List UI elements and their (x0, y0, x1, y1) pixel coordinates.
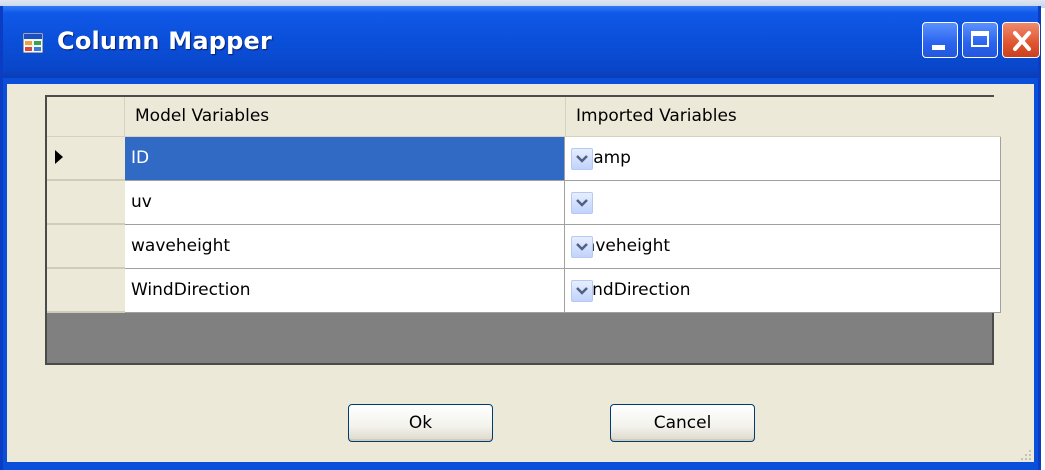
column-mapper-window: Column Mapper Model Variables Imported V… (0, 6, 1041, 470)
cell-text: uv (131, 192, 152, 212)
chevron-down-icon (576, 243, 588, 251)
dropdown-button[interactable] (571, 148, 593, 170)
close-button[interactable] (1002, 22, 1040, 58)
resize-grip-icon[interactable] (1018, 446, 1032, 460)
close-icon (1007, 26, 1037, 56)
minimize-button[interactable] (922, 22, 958, 58)
column-header-imported-variables[interactable]: Imported Variables (565, 97, 1001, 137)
model-variable-cell[interactable]: waveheight (125, 225, 565, 269)
mapping-grid: Model Variables Imported Variables ID ts… (45, 95, 1001, 365)
imported-variable-combobox[interactable]: waveheight (565, 225, 1001, 269)
model-variable-cell[interactable]: uv (125, 181, 565, 225)
dialog-client-area: Model Variables Imported Variables ID ts… (7, 84, 1034, 462)
chevron-down-icon (576, 199, 588, 207)
window-title: Column Mapper (57, 27, 273, 55)
cell-text: WindDirection (131, 280, 251, 300)
model-variable-cell[interactable]: ID (125, 137, 565, 181)
column-header-label: Model Variables (135, 106, 270, 126)
imported-variable-combobox[interactable]: tstamp (565, 137, 1001, 181)
application-icon[interactable] (22, 32, 44, 54)
maximize-button[interactable] (962, 22, 998, 58)
cancel-button[interactable]: Cancel (610, 404, 755, 442)
maximize-icon (971, 31, 989, 47)
chevron-down-icon (576, 287, 588, 295)
dropdown-button[interactable] (571, 236, 593, 258)
chevron-down-icon (576, 155, 588, 163)
current-row-arrow-icon (55, 150, 63, 164)
row-header[interactable] (47, 137, 125, 181)
dropdown-button[interactable] (571, 192, 593, 214)
model-variable-cell[interactable]: WindDirection (125, 269, 565, 313)
cell-text: waveheight (131, 236, 231, 256)
row-header[interactable] (47, 269, 125, 313)
column-header-label: Imported Variables (576, 106, 737, 126)
imported-variable-combobox[interactable]: uv (565, 181, 1001, 225)
title-bar[interactable]: Column Mapper (3, 6, 1040, 78)
row-header[interactable] (47, 181, 125, 225)
grid-corner-header[interactable] (47, 97, 125, 137)
dropdown-button[interactable] (571, 280, 593, 302)
ok-button[interactable]: Ok (348, 404, 493, 442)
cell-text: ID (131, 148, 150, 168)
column-header-model-variables[interactable]: Model Variables (125, 97, 565, 137)
minimize-icon (932, 45, 945, 50)
imported-variable-combobox[interactable]: WindDirection (565, 269, 1001, 313)
row-header[interactable] (47, 225, 125, 269)
